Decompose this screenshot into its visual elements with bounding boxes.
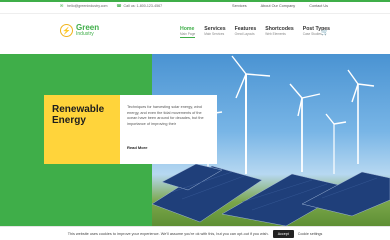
hero-title: Renewable Energy — [52, 104, 105, 126]
nav-subtitle: Main Services — [204, 31, 225, 36]
cookie-message: This website uses cookies to improve you… — [67, 231, 269, 236]
nav-subtitle: Web Elements — [265, 31, 286, 36]
nav-subtitle: Main Page — [180, 31, 196, 36]
top-links: Services About Our Company Contact Us — [232, 4, 328, 8]
nav-item-services[interactable]: Services Main Services — [204, 26, 225, 38]
mail-icon: ✉ — [60, 3, 64, 8]
contact-info: ✉ hello@greenindustry.com ☎ Call us: 1-8… — [60, 3, 163, 9]
logo-line-2: Industry — [76, 31, 94, 37]
hero-description: Techniques for harvesting solar energy, … — [127, 105, 204, 127]
top-link-about[interactable]: About Our Company — [261, 4, 296, 8]
cart-icon[interactable]: 🛒 — [321, 30, 329, 37]
main-nav: Home Main Page Services Main Services Fe… — [180, 26, 330, 39]
email-link[interactable]: hello@greenindustry.com — [67, 4, 108, 8]
top-accent-line — [0, 0, 390, 2]
hero-text-card: Techniques for harvesting solar energy, … — [120, 95, 217, 164]
lightning-icon: ⚡ — [60, 24, 73, 37]
nav-item-features[interactable]: Features Great Layouts — [234, 26, 257, 38]
top-link-services[interactable]: Services — [232, 4, 247, 8]
cookie-accept-button[interactable]: Accept — [272, 229, 294, 238]
hero-section: Renewable Energy Techniques for harvesti… — [0, 54, 390, 226]
top-link-contact[interactable]: Contact Us — [309, 4, 328, 8]
cookie-banner: This website uses cookies to improve you… — [0, 226, 390, 240]
header: ⚡ Green Industry Home Main Page Services… — [0, 14, 390, 54]
cookie-settings-link[interactable]: Cookie settings — [298, 232, 323, 236]
phone-icon: ☎ — [116, 3, 122, 8]
top-bar: ✉ hello@greenindustry.com ☎ Call us: 1-8… — [0, 0, 390, 14]
read-more-link[interactable]: Read More — [127, 145, 147, 150]
logo[interactable]: ⚡ Green Industry — [60, 24, 99, 37]
hero-title-card: Renewable Energy — [44, 95, 120, 164]
nav-item-shortcodes[interactable]: Shortcodes Web Elements — [265, 26, 294, 38]
nav-item-home[interactable]: Home Main Page — [180, 26, 196, 39]
phone-text: Call us: 1-800-123-4567 — [123, 4, 163, 8]
nav-subtitle: Great Layouts — [234, 31, 255, 36]
